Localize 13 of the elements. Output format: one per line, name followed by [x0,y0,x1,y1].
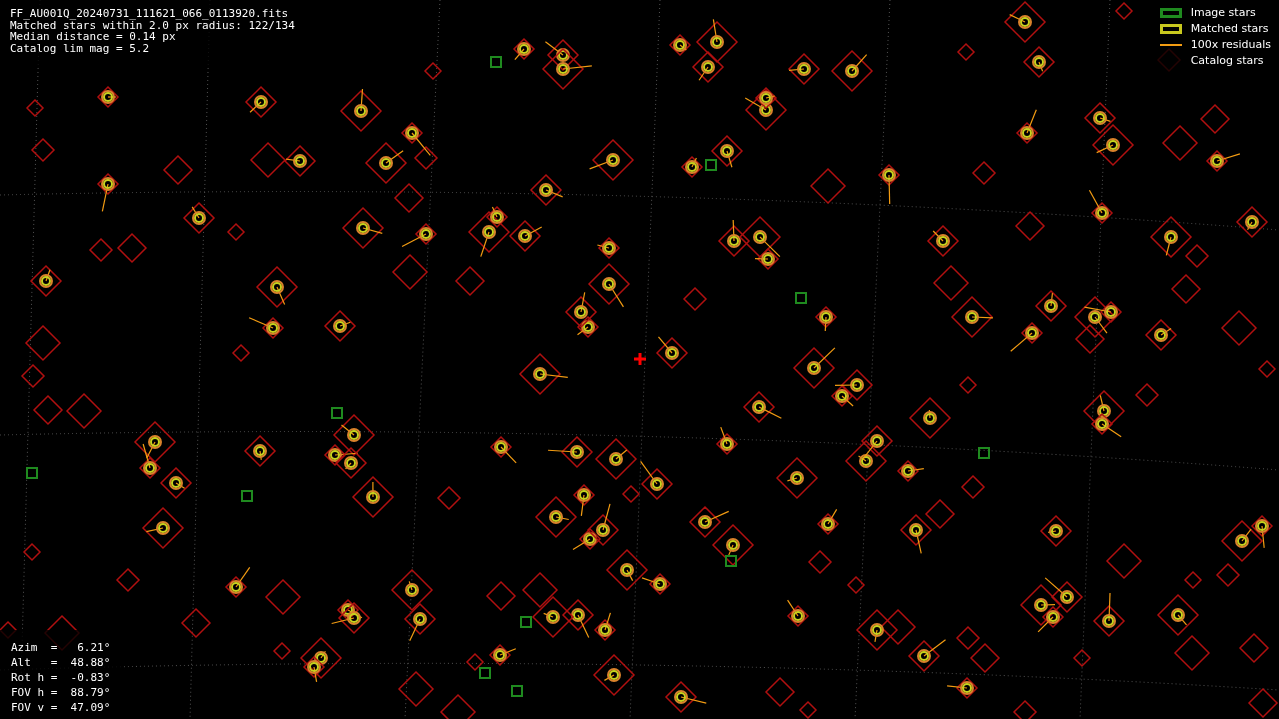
pointing-text: FOV v = 47.09° [11,700,111,715]
legend-label: Matched stars [1190,20,1269,37]
pointing-text: Rot h = -0.83° [11,670,111,685]
legend-label: Image stars [1190,4,1256,21]
info-text: Matched stars within 2.0 px radius: 122/134 [10,19,295,31]
legend-label: 100x residuals [1190,36,1271,53]
info-text: FF_AU001Q_20240731_111621_066_0113920.fits [10,8,289,20]
legend-label: Catalog stars [1190,52,1264,69]
pointing-text: Alt = 48.88° [11,655,111,670]
info-text: Median distance = 0.14 px [10,31,176,43]
pointing-text: FOV h = 88.79° [11,685,111,700]
info-text: Catalog lim mag = 5.2 [10,42,150,54]
pointing-text: Azim = 6.21° [11,640,111,655]
